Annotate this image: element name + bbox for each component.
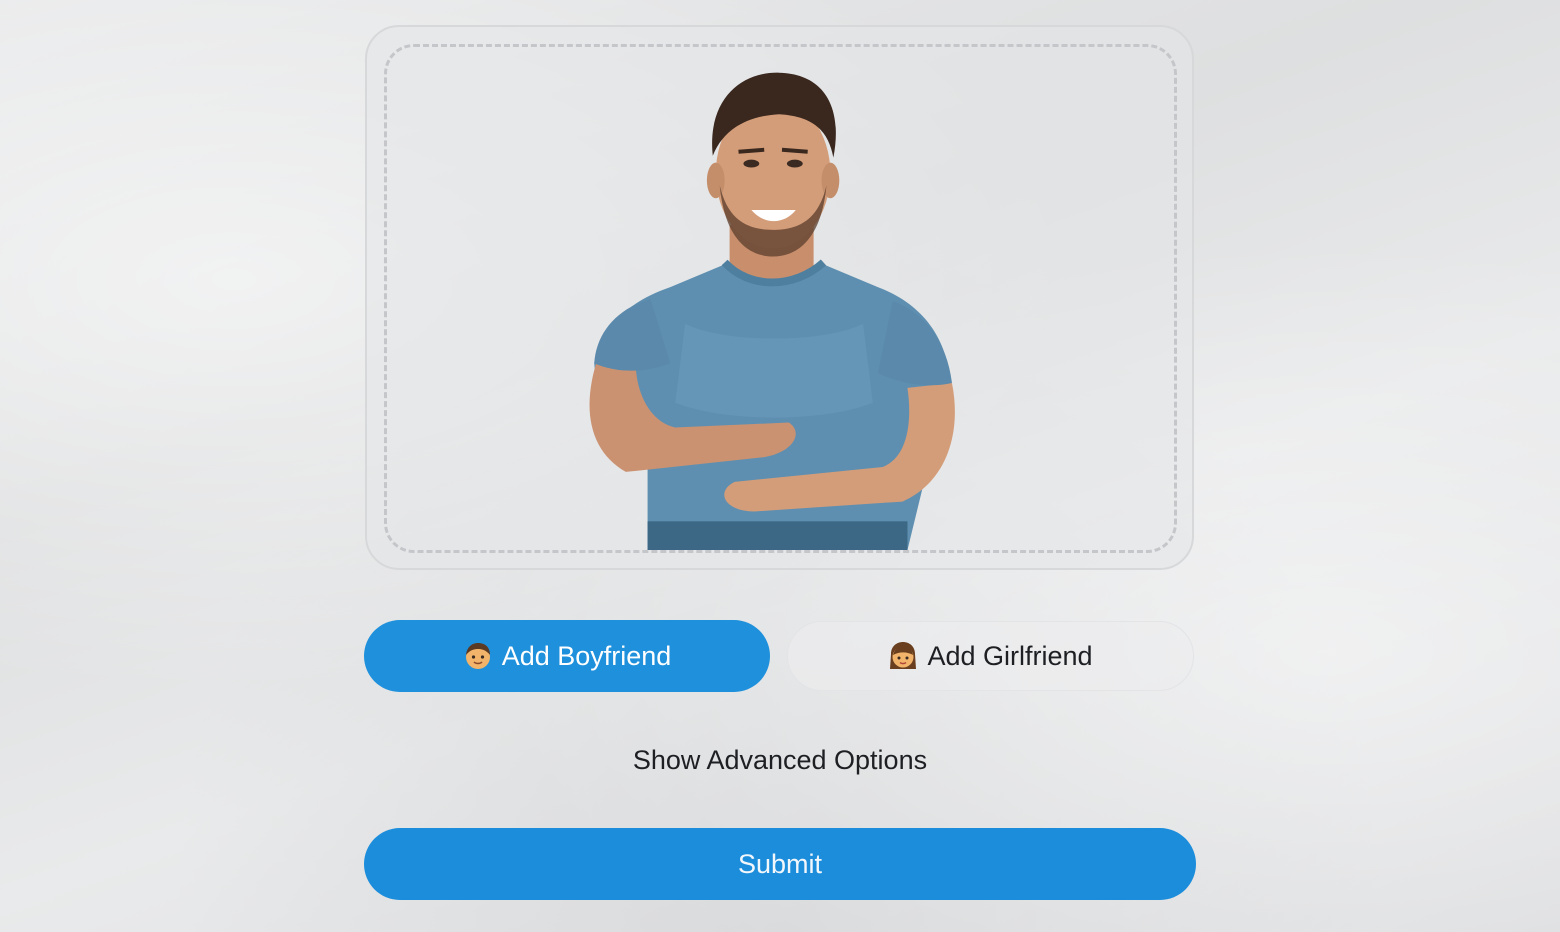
show-advanced-options-toggle[interactable]: Show Advanced Options xyxy=(580,738,980,782)
uploaded-photo xyxy=(589,72,955,550)
submit-button[interactable]: Submit xyxy=(364,828,1196,900)
upload-panel xyxy=(365,25,1194,570)
add-girlfriend-label: Add Girlfriend xyxy=(927,640,1093,671)
woman-emoji-icon xyxy=(890,642,917,669)
add-boyfriend-label: Add Boyfriend xyxy=(501,640,672,671)
man-emoji-icon xyxy=(465,643,490,669)
add-girlfriend-button[interactable]: Add Girlfriend xyxy=(787,621,1194,691)
image-dropzone[interactable] xyxy=(384,44,1177,553)
add-boyfriend-button[interactable]: Add Boyfriend xyxy=(364,620,770,692)
